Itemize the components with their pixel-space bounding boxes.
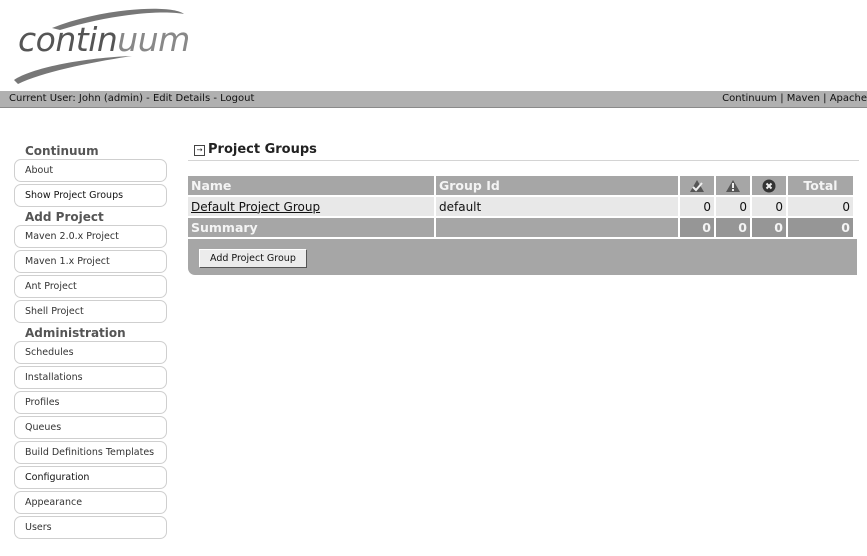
- cell-success-count: 0: [680, 197, 714, 216]
- table-row: Default Project Group default 0 0 0 0: [188, 197, 853, 216]
- sidebar-item-maven1-project[interactable]: Maven 1.x Project: [14, 250, 167, 273]
- sidebar-item-profiles[interactable]: Profiles: [14, 391, 167, 414]
- logout-link[interactable]: Logout: [220, 93, 254, 104]
- logo-text: continuum: [18, 20, 190, 59]
- success-icon: [690, 180, 704, 193]
- summary-success-count: 0: [680, 218, 714, 237]
- sidebar-item-schedules[interactable]: Schedules: [14, 341, 167, 364]
- summary-row: Summary 0 0 0 0: [188, 218, 853, 237]
- sidebar-nav: Continuum About Show Project Groups Add …: [14, 143, 167, 541]
- page-title: Project Groups: [208, 142, 317, 157]
- sidebar-item-ant-project[interactable]: Ant Project: [14, 275, 167, 298]
- cell-name: Default Project Group: [188, 197, 434, 216]
- column-header-name: Name: [188, 176, 434, 195]
- cell-error-count: 0: [752, 197, 786, 216]
- sidebar-heading-add-project: Add Project: [25, 210, 104, 224]
- separator: |: [777, 93, 787, 104]
- cell-failure-count: 0: [716, 197, 750, 216]
- warning-icon: [726, 180, 740, 193]
- edit-details-link[interactable]: Edit Details: [153, 93, 210, 104]
- project-group-link[interactable]: Default Project Group: [191, 200, 320, 214]
- table-actions-bar: Add Project Group: [188, 239, 857, 275]
- column-header-failure: [716, 176, 750, 195]
- sidebar-heading-continuum: Continuum: [25, 144, 99, 158]
- separator: -: [142, 93, 153, 104]
- column-header-success: [680, 176, 714, 195]
- user-info: Current User: John (admin) - Edit Detail…: [9, 91, 254, 107]
- summary-group-id: [436, 218, 678, 237]
- cell-total-count: 0: [788, 197, 853, 216]
- summary-error-count: 0: [752, 218, 786, 237]
- column-header-group-id: Group Id: [436, 176, 678, 195]
- separator: |: [819, 93, 830, 104]
- cell-group-id: default: [436, 197, 678, 216]
- add-project-group-button[interactable]: Add Project Group: [199, 249, 307, 268]
- table-header-row: Name Group Id Total: [188, 176, 853, 195]
- continuum-logo: continuum: [12, 6, 192, 86]
- column-header-total: Total: [788, 176, 853, 195]
- sidebar-item-show-project-groups[interactable]: Show Project Groups: [14, 184, 167, 207]
- top-bar: Current User: John (admin) - Edit Detail…: [0, 91, 867, 108]
- main-content: → Project Groups Name Group Id Total Def…: [188, 140, 859, 275]
- section-header: → Project Groups: [188, 140, 859, 161]
- expand-box-icon: →: [194, 145, 205, 156]
- sidebar-item-build-definitions-templates[interactable]: Build Definitions Templates: [14, 441, 167, 464]
- apache-link[interactable]: Apache: [830, 93, 867, 104]
- current-user-label: Current User:: [9, 93, 76, 104]
- summary-failure-count: 0: [716, 218, 750, 237]
- sidebar-item-about[interactable]: About: [14, 159, 167, 182]
- sidebar-item-configuration[interactable]: Configuration: [14, 466, 167, 489]
- maven-link[interactable]: Maven: [787, 93, 820, 104]
- summary-label: Summary: [188, 218, 434, 237]
- continuum-link[interactable]: Continuum: [722, 93, 777, 104]
- summary-total-count: 0: [788, 218, 853, 237]
- error-icon: [762, 179, 776, 193]
- sidebar-item-users[interactable]: Users: [14, 516, 167, 539]
- sidebar-item-appearance[interactable]: Appearance: [14, 491, 167, 514]
- current-user-name: John (admin): [78, 93, 143, 104]
- sidebar-item-queues[interactable]: Queues: [14, 416, 167, 439]
- sidebar-item-shell-project[interactable]: Shell Project: [14, 300, 167, 323]
- sidebar-heading-administration: Administration: [25, 326, 126, 340]
- sidebar-item-installations[interactable]: Installations: [14, 366, 167, 389]
- column-header-error: [752, 176, 786, 195]
- sidebar-item-maven2-project[interactable]: Maven 2.0.x Project: [14, 225, 167, 248]
- project-groups-table: Name Group Id Total Default Project Grou…: [186, 174, 855, 239]
- separator: -: [210, 93, 221, 104]
- external-links: Continuum | Maven | Apache: [722, 91, 867, 107]
